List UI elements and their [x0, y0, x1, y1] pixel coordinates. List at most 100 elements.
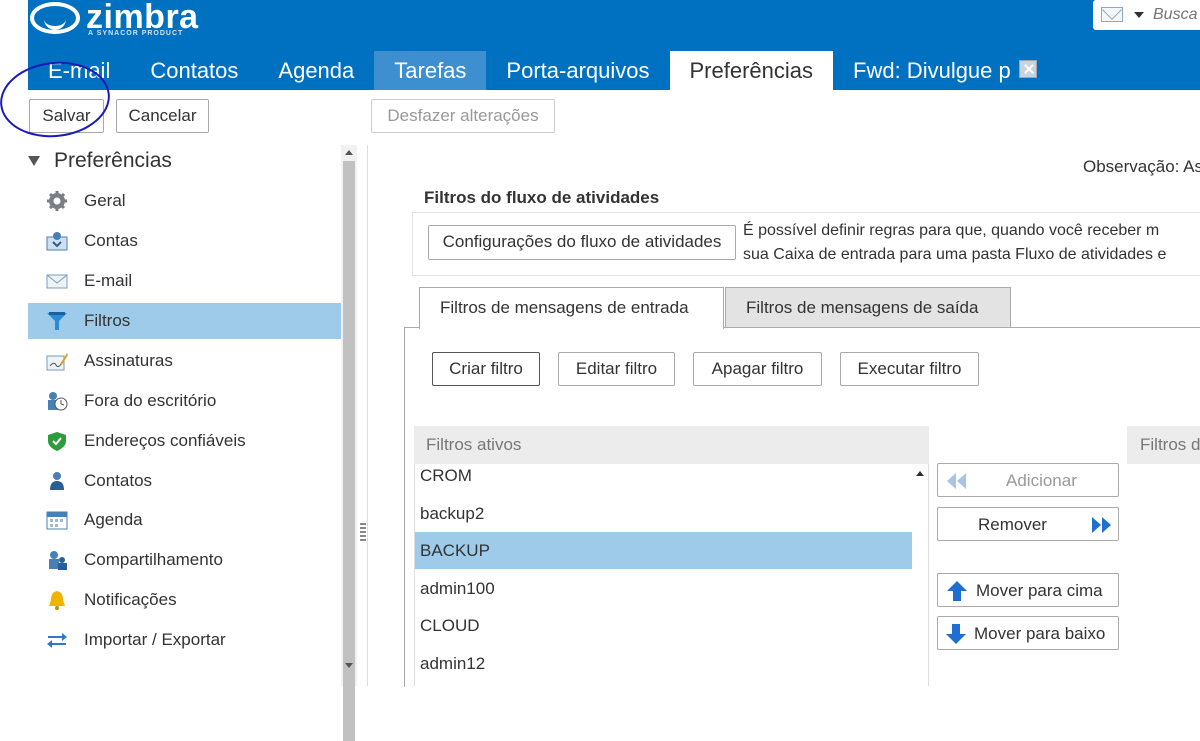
sidebar-item-label: Notificações [84, 590, 177, 609]
import-export-icon [47, 633, 67, 648]
bell-icon [49, 591, 65, 610]
out-of-office-icon [48, 392, 68, 411]
list-item[interactable]: admin12 [415, 645, 912, 682]
filter-icon [47, 312, 67, 330]
tab-calendar[interactable]: Agenda [258, 51, 374, 90]
sidebar-item-label: Agenda [84, 510, 143, 529]
move-down-button[interactable]: Mover para baixo [937, 616, 1119, 650]
tab-preferences[interactable]: Preferências [669, 51, 834, 90]
sidebar-item-out-of-office[interactable]: Fora do escritório [28, 383, 341, 419]
scroll-up-arrow-icon[interactable] [916, 471, 924, 476]
collapse-caret-icon[interactable] [28, 156, 40, 167]
sidebar-item-label: Importar / Exportar [84, 630, 226, 649]
activity-desc-line-1: É possível definir regras para que, quan… [743, 222, 1160, 239]
save-button[interactable]: Salvar [29, 99, 104, 133]
scroll-up-arrow-icon[interactable] [345, 150, 353, 155]
signature-icon [46, 353, 68, 371]
tab-briefcase[interactable]: Porta-arquivos [486, 51, 669, 90]
list-item-selected[interactable]: BACKUP [415, 532, 912, 569]
sidebar-item-label: Fora do escritório [84, 391, 217, 410]
chevron-down-icon[interactable] [1134, 12, 1144, 18]
undo-changes-button[interactable]: Desfazer alterações [371, 99, 555, 133]
sidebar-item-label: Filtros [84, 311, 131, 330]
pane-splitter[interactable] [358, 145, 368, 686]
sharing-icon [49, 551, 67, 570]
sidebar-item-label: Contatos [84, 471, 153, 490]
edit-filter-button[interactable]: Editar filtro [558, 352, 675, 386]
sidebar-item-label: Geral [84, 191, 126, 210]
accounts-icon [46, 232, 68, 251]
double-left-arrow-icon [947, 473, 966, 489]
sidebar-item-email[interactable]: E-mail [28, 263, 341, 299]
preferences-tree-root[interactable]: Preferências [28, 149, 172, 179]
arrow-up-icon [947, 581, 967, 601]
sidebar-scrollbar[interactable] [341, 145, 357, 741]
scroll-down-arrow-icon[interactable] [345, 663, 353, 668]
move-up-button[interactable]: Mover para cima [937, 573, 1119, 607]
app-tabs: E-mail Contatos Agenda Tarefas Porta-arq… [28, 51, 1057, 90]
activity-stream-title: Filtros do fluxo de atividades [424, 188, 660, 207]
tab-incoming-filters[interactable]: Filtros de mensagens de entrada [419, 287, 724, 329]
move-down-label: Mover para baixo [974, 624, 1106, 643]
zimbra-logo[interactable]: zimbra A SYNACOR PRODUCT [28, 0, 228, 40]
remove-filter-button[interactable]: Remover [937, 507, 1119, 541]
sidebar-item-label: Assinaturas [84, 351, 173, 370]
sidebar-item-label: Endereços confiáveis [84, 431, 246, 450]
tab-tasks[interactable]: Tarefas [374, 51, 487, 90]
sidebar-item-label: Compartilhamento [84, 550, 223, 569]
add-filter-button[interactable]: Adicionar [937, 463, 1119, 497]
move-up-label: Mover para cima [976, 581, 1103, 600]
delete-filter-button[interactable]: Apagar filtro [693, 352, 822, 386]
sidebar-item-filters[interactable]: Filtros [28, 303, 341, 339]
list-item[interactable]: CROM [415, 457, 912, 494]
tree-root-label: Preferências [54, 149, 172, 172]
sidebar-item-label: E-mail [84, 271, 133, 290]
sidebar-item-accounts[interactable]: Contas [28, 223, 341, 259]
calendar-icon [46, 511, 68, 530]
available-filters-header: Filtros d [1127, 426, 1200, 464]
preferences-sidebar: Preferências Geral Contas E-mail Filtros… [28, 145, 358, 686]
sidebar-item-sharing[interactable]: Compartilhamento [28, 542, 341, 578]
active-filters-list: CROM backup2 BACKUP admin100 CLOUD admin… [414, 464, 929, 686]
tab-forwarded-label: Fwd: Divulgue p [853, 58, 1011, 83]
list-item[interactable]: admin100 [415, 570, 912, 607]
add-label: Adicionar [1006, 471, 1077, 490]
contact-icon [50, 472, 64, 490]
sidebar-item-label: Contas [84, 231, 138, 250]
tab-outgoing-filters[interactable]: Filtros de mensagens de saída [725, 287, 1011, 328]
search-box [1093, 0, 1200, 30]
shield-icon [48, 432, 66, 451]
tab-contacts[interactable]: Contatos [130, 51, 258, 90]
activity-desc-line-2: sua Caixa de entrada para uma pasta Flux… [743, 246, 1167, 263]
cancel-button[interactable]: Cancelar [116, 99, 209, 133]
sidebar-item-trusted-addresses[interactable]: Endereços confiáveis [28, 423, 341, 459]
sidebar-item-notifications[interactable]: Notificações [28, 582, 341, 618]
sidebar-item-import-export[interactable]: Importar / Exportar [28, 622, 341, 658]
logo-bubble-icon [30, 2, 80, 34]
logo-subtext: A SYNACOR PRODUCT [88, 30, 184, 37]
close-icon[interactable] [1018, 60, 1037, 79]
remove-label: Remover [978, 515, 1047, 534]
create-filter-button[interactable]: Criar filtro [432, 352, 540, 386]
tab-email[interactable]: E-mail [28, 51, 130, 90]
mail-search-type-icon[interactable] [1101, 7, 1123, 22]
list-item[interactable]: backup2 [415, 495, 912, 532]
app-header: zimbra A SYNACOR PRODUCT E-mail Contatos… [28, 0, 1200, 90]
sidebar-item-contacts[interactable]: Contatos [28, 463, 341, 499]
search-input[interactable] [1151, 4, 1200, 26]
double-right-arrow-icon [1092, 517, 1111, 533]
run-filter-button[interactable]: Executar filtro [840, 352, 979, 386]
activity-stream-settings-button[interactable]: Configurações do fluxo de atividades [428, 225, 736, 260]
sidebar-item-signatures[interactable]: Assinaturas [28, 343, 341, 379]
list-item[interactable]: CLOUD [415, 607, 912, 644]
sidebar-item-general[interactable]: Geral [28, 183, 341, 219]
arrow-down-icon [946, 624, 966, 644]
gear-icon [47, 191, 67, 211]
tab-forwarded-message[interactable]: Fwd: Divulgue p [833, 51, 1057, 90]
sidebar-item-calendar[interactable]: Agenda [28, 502, 341, 538]
activity-stream-description: É possível definir regras para que, quan… [743, 219, 1166, 267]
filter-list-scrollbar[interactable] [912, 464, 928, 686]
scrollbar-thumb[interactable] [343, 161, 355, 741]
mail-icon [46, 274, 68, 289]
splitter-grip-icon[interactable] [360, 523, 366, 541]
